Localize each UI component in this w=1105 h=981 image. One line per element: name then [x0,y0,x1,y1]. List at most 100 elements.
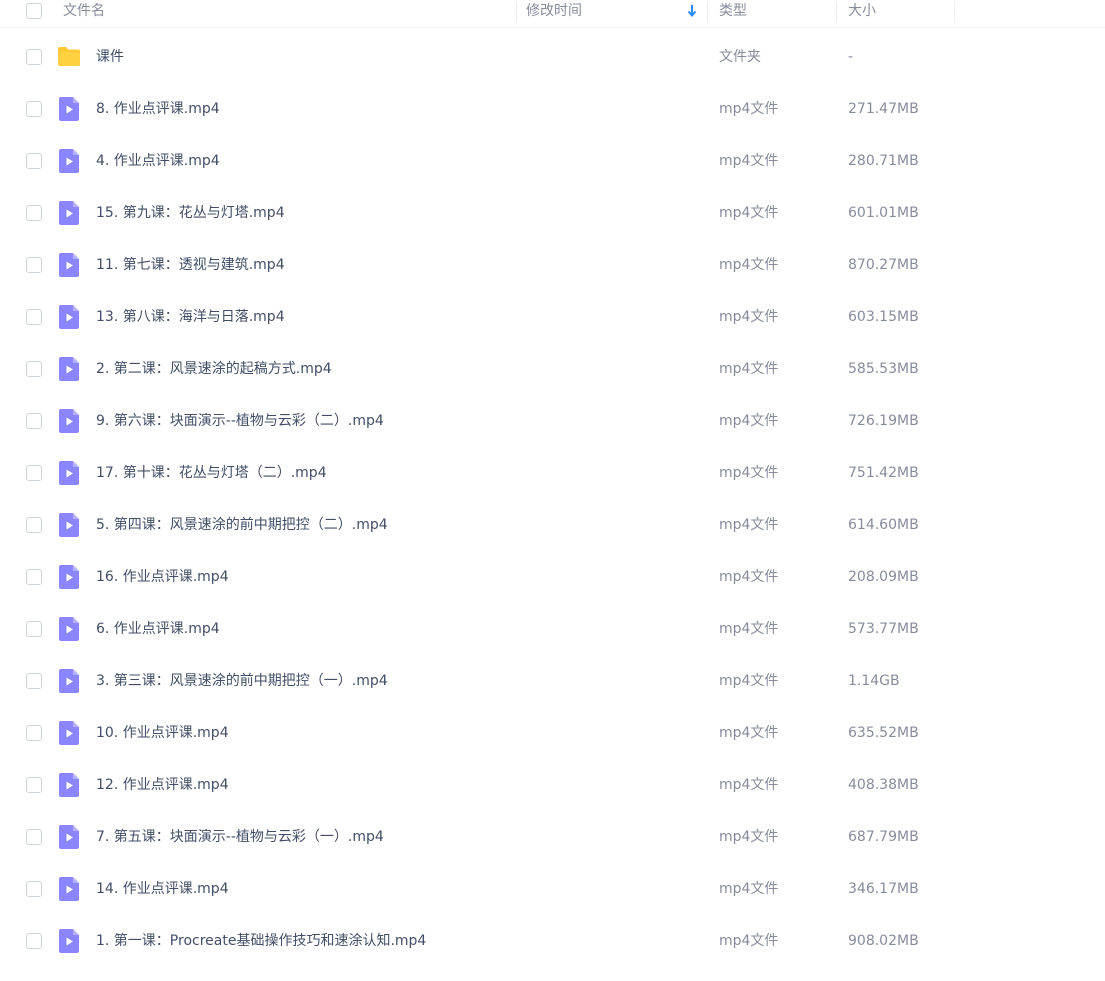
video-file-icon[interactable] [57,928,81,954]
select-all-checkbox[interactable] [26,3,42,19]
video-file-icon[interactable] [57,408,81,434]
folder-icon[interactable] [57,44,81,70]
file-row[interactable]: 8. 作业点评课.mp4 mp4文件 271.47MB [0,83,1105,135]
video-file-icon[interactable] [57,876,81,902]
column-header-type[interactable]: 类型 [719,0,747,24]
video-file-icon[interactable] [57,824,81,850]
column-header-modified[interactable]: 修改时间 [526,0,582,24]
video-file-icon[interactable] [57,720,81,746]
file-type: mp4文件 [719,153,779,169]
file-list: 文件名 修改时间 类型 大小 课件 文件夹 - 8. 作业点评课.mp4 mp4文件 27… [0,0,1105,981]
file-name[interactable]: 12. 作业点评课.mp4 [96,759,229,811]
file-name[interactable]: 11. 第七课：透视与建筑.mp4 [96,239,285,291]
row-checkbox[interactable] [26,569,42,585]
column-header-size[interactable]: 大小 [848,0,876,24]
row-checkbox[interactable] [26,205,42,221]
file-type: mp4文件 [719,933,779,949]
folder-row[interactable]: 课件 文件夹 - [0,31,1105,83]
file-type: mp4文件 [719,517,779,533]
row-checkbox[interactable] [26,309,42,325]
file-row[interactable]: 12. 作业点评课.mp4 mp4文件 408.38MB [0,759,1105,811]
video-file-icon[interactable] [57,772,81,798]
row-checkbox[interactable] [26,413,42,429]
file-type: mp4文件 [719,673,779,689]
file-size: 635.52MB [848,725,919,741]
column-divider[interactable] [516,2,517,22]
file-row[interactable]: 7. 第五课：块面演示--植物与云彩（一）.mp4 mp4文件 687.79MB [0,811,1105,863]
file-name[interactable]: 17. 第十课：花丛与灯塔（二）.mp4 [96,447,327,499]
file-name[interactable]: 16. 作业点评课.mp4 [96,551,229,603]
video-file-icon[interactable] [57,668,81,694]
video-file-icon[interactable] [57,564,81,590]
video-file-icon[interactable] [57,304,81,330]
file-name[interactable]: 13. 第八课：海洋与日落.mp4 [96,291,285,343]
row-checkbox[interactable] [26,153,42,169]
file-row[interactable]: 6. 作业点评课.mp4 mp4文件 573.77MB [0,603,1105,655]
column-header-name[interactable]: 文件名 [63,0,105,24]
row-checkbox[interactable] [26,257,42,273]
file-row[interactable]: 4. 作业点评课.mp4 mp4文件 280.71MB [0,135,1105,187]
file-size: 870.27MB [848,257,919,273]
file-row[interactable]: 17. 第十课：花丛与灯塔（二）.mp4 mp4文件 751.42MB [0,447,1105,499]
file-name[interactable]: 课件 [96,31,124,83]
column-divider[interactable] [707,2,708,22]
row-checkbox[interactable] [26,881,42,897]
video-file-icon[interactable] [57,512,81,538]
video-file-icon[interactable] [57,252,81,278]
row-checkbox[interactable] [26,49,42,65]
file-row[interactable]: 16. 作业点评课.mp4 mp4文件 208.09MB [0,551,1105,603]
row-checkbox[interactable] [26,829,42,845]
file-type: mp4文件 [719,777,779,793]
video-file-icon[interactable] [57,460,81,486]
file-name[interactable]: 6. 作业点评课.mp4 [96,603,220,655]
row-checkbox[interactable] [26,465,42,481]
file-size: 601.01MB [848,205,919,221]
file-row[interactable]: 5. 第四课：风景速涂的前中期把控（二）.mp4 mp4文件 614.60MB [0,499,1105,551]
file-name[interactable]: 10. 作业点评课.mp4 [96,707,229,759]
file-name[interactable]: 5. 第四课：风景速涂的前中期把控（二）.mp4 [96,499,388,551]
column-divider[interactable] [954,2,955,22]
row-checkbox[interactable] [26,725,42,741]
file-size: 726.19MB [848,413,919,429]
file-name[interactable]: 1. 第一课：Procreate基础操作技巧和速涂认知.mp4 [96,915,426,967]
file-size: 687.79MB [848,829,919,845]
file-type: mp4文件 [719,725,779,741]
video-file-icon[interactable] [57,96,81,122]
file-row[interactable]: 11. 第七课：透视与建筑.mp4 mp4文件 870.27MB [0,239,1105,291]
arrow-down-icon[interactable] [687,3,697,19]
row-checkbox[interactable] [26,361,42,377]
video-file-icon[interactable] [57,200,81,226]
file-type: mp4文件 [719,829,779,845]
file-row[interactable]: 3. 第三课：风景速涂的前中期把控（一）.mp4 mp4文件 1.14GB [0,655,1105,707]
file-row[interactable]: 13. 第八课：海洋与日落.mp4 mp4文件 603.15MB [0,291,1105,343]
file-name[interactable]: 14. 作业点评课.mp4 [96,863,229,915]
row-checkbox[interactable] [26,101,42,117]
file-name[interactable]: 7. 第五课：块面演示--植物与云彩（一）.mp4 [96,811,384,863]
file-name[interactable]: 9. 第六课：块面演示--植物与云彩（二）.mp4 [96,395,384,447]
file-type: mp4文件 [719,309,779,325]
row-checkbox[interactable] [26,777,42,793]
file-size: 908.02MB [848,933,919,949]
file-size: 1.14GB [848,673,900,689]
file-name[interactable]: 4. 作业点评课.mp4 [96,135,220,187]
row-checkbox[interactable] [26,621,42,637]
video-file-icon[interactable] [57,148,81,174]
column-divider[interactable] [836,2,837,22]
video-file-icon[interactable] [57,356,81,382]
file-name[interactable]: 15. 第九课：花丛与灯塔.mp4 [96,187,285,239]
file-name[interactable]: 8. 作业点评课.mp4 [96,83,220,135]
file-row[interactable]: 9. 第六课：块面演示--植物与云彩（二）.mp4 mp4文件 726.19MB [0,395,1105,447]
file-row[interactable]: 15. 第九课：花丛与灯塔.mp4 mp4文件 601.01MB [0,187,1105,239]
file-name[interactable]: 3. 第三课：风景速涂的前中期把控（一）.mp4 [96,655,388,707]
video-file-icon[interactable] [57,616,81,642]
file-row[interactable]: 2. 第二课：风景速涂的起稿方式.mp4 mp4文件 585.53MB [0,343,1105,395]
file-row[interactable]: 14. 作业点评课.mp4 mp4文件 346.17MB [0,863,1105,915]
row-checkbox[interactable] [26,517,42,533]
file-size: 614.60MB [848,517,919,533]
file-row[interactable]: 1. 第一课：Procreate基础操作技巧和速涂认知.mp4 mp4文件 908.… [0,915,1105,967]
row-checkbox[interactable] [26,933,42,949]
file-type: mp4文件 [719,465,779,481]
file-row[interactable]: 10. 作业点评课.mp4 mp4文件 635.52MB [0,707,1105,759]
file-name[interactable]: 2. 第二课：风景速涂的起稿方式.mp4 [96,343,332,395]
row-checkbox[interactable] [26,673,42,689]
